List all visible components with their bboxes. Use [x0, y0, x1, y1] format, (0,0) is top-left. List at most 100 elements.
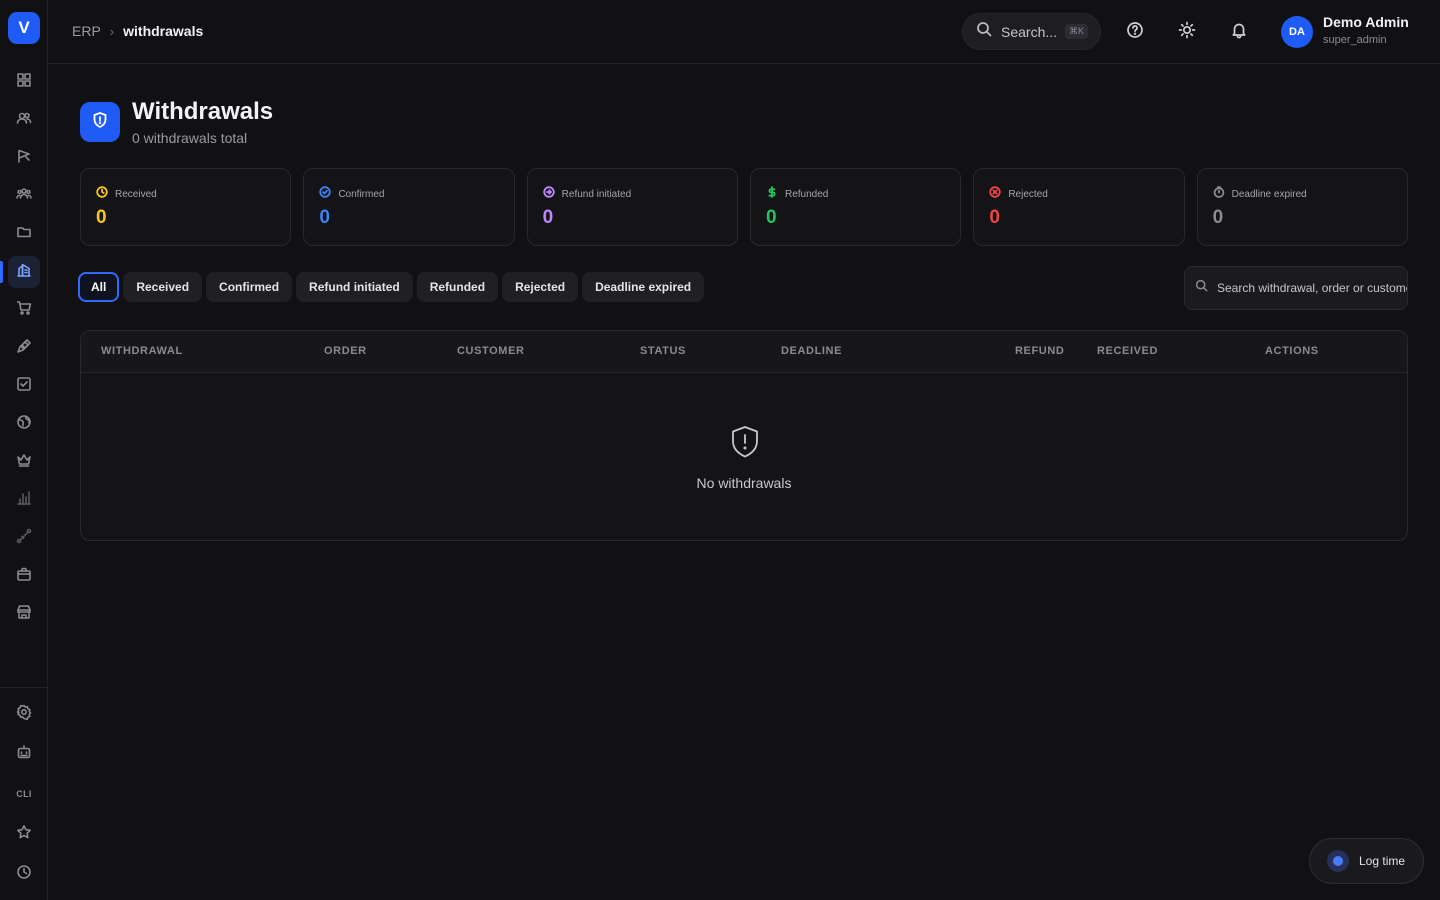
timer-icon: [1213, 185, 1225, 203]
sidebar-item-settings[interactable]: [8, 698, 40, 730]
stat-value: 0: [765, 207, 777, 228]
help-circle-icon: [1126, 21, 1144, 44]
sidebar-item-analytics[interactable]: [8, 484, 40, 516]
tab-confirmed[interactable]: Confirmed: [206, 272, 293, 302]
users-icon: [16, 110, 32, 131]
store-icon: [16, 604, 32, 625]
empty-state-shield-icon: [728, 424, 762, 460]
tab-refunded[interactable]: Refunded: [416, 272, 499, 302]
stat-label: Received: [115, 188, 157, 200]
sidebar-item-web[interactable]: [8, 408, 40, 440]
stat-value: 0: [319, 207, 330, 228]
breadcrumb-separator: ›: [109, 23, 115, 39]
sidebar-item-history[interactable]: [8, 858, 40, 890]
globe-icon: [16, 414, 32, 435]
table-header: WITHDRAWAL ORDER CUSTOMER STATUS DEADLIN…: [81, 331, 1407, 373]
sidebar-item-files[interactable]: [8, 218, 40, 250]
checkbox-icon: [16, 376, 32, 397]
gear-icon: [16, 704, 32, 725]
column-header-order[interactable]: ORDER: [324, 345, 367, 357]
stat-label: Refund initiated: [561, 188, 632, 200]
bank-icon: [16, 262, 32, 283]
help-button[interactable]: [1123, 20, 1147, 44]
user-role: super_admin: [1323, 34, 1387, 46]
sidebar-item-bot[interactable]: [8, 738, 40, 770]
top-bar: ERP › withdrawals Search... ⌘K DA Demo A…: [48, 0, 1440, 64]
search-icon: [976, 21, 992, 42]
search-icon: [1195, 279, 1208, 297]
search-shortcut-badge: ⌘K: [1065, 24, 1089, 39]
sidebar-item-erp[interactable]: [8, 256, 40, 288]
sidebar-item-tasks[interactable]: [8, 370, 40, 402]
stat-label: Rejected: [1008, 188, 1048, 200]
sidebar-item-shop[interactable]: [8, 294, 40, 326]
sidebar-item-routes[interactable]: [8, 522, 40, 554]
stat-card-deadline-expired: Deadline expired 0: [1196, 168, 1408, 246]
stat-card-confirmed: Confirmed 0: [303, 168, 515, 246]
sidebar-item-cli[interactable]: CLI: [8, 778, 40, 810]
stat-card-refunded: Refunded 0: [749, 168, 962, 246]
shield-alert-icon: [91, 111, 109, 134]
sidebar-item-campaigns[interactable]: [8, 142, 40, 174]
active-indicator: [0, 261, 3, 283]
sidebar-item-dashboard[interactable]: [8, 66, 40, 98]
empty-state-text: No withdrawals: [696, 475, 792, 491]
breadcrumb-current: withdrawals: [123, 23, 204, 39]
sidebar-item-premium[interactable]: [8, 446, 40, 478]
grid-icon: [16, 72, 32, 93]
stats-row: Received 0 Confirmed 0 Refund initiated …: [80, 168, 1408, 246]
clock-icon: [96, 185, 108, 203]
column-header-withdrawal[interactable]: WITHDRAWAL: [101, 345, 183, 357]
sidebar-item-gifts[interactable]: [8, 560, 40, 592]
column-header-status[interactable]: STATUS: [640, 345, 686, 357]
avatar[interactable]: DA: [1281, 16, 1313, 48]
withdrawal-search: [1184, 266, 1408, 310]
bot-icon: [16, 744, 32, 765]
sidebar-item-store[interactable]: [8, 598, 40, 630]
check-circle-icon: [319, 185, 332, 203]
column-header-refund[interactable]: REFUND: [1015, 345, 1064, 357]
page-icon: [80, 102, 120, 142]
folder-icon: [16, 224, 32, 245]
star-icon: [16, 824, 32, 845]
bell-icon: [1230, 21, 1248, 44]
dollar-icon: [766, 185, 778, 203]
tab-rejected[interactable]: Rejected: [502, 272, 579, 302]
column-header-deadline[interactable]: DEADLINE: [781, 345, 842, 357]
log-time-button[interactable]: Log time: [1309, 838, 1424, 884]
stat-value: 0: [96, 207, 107, 228]
pen-icon: [16, 338, 32, 359]
sidebar: V CLI: [0, 0, 48, 900]
sidebar-item-favorites[interactable]: [8, 818, 40, 850]
arrow-circle-icon: [542, 185, 555, 203]
tab-deadline-expired[interactable]: Deadline expired: [582, 272, 705, 302]
stat-card-received: Received 0: [80, 168, 292, 246]
flag-icon: [16, 148, 32, 169]
column-header-actions: ACTIONS: [1265, 345, 1319, 357]
gift-icon: [16, 566, 32, 587]
global-search-button[interactable]: Search... ⌘K: [962, 13, 1101, 50]
sidebar-item-teams[interactable]: [8, 180, 40, 212]
bar-chart-icon: [16, 490, 32, 511]
theme-toggle-button[interactable]: [1175, 20, 1199, 44]
notifications-button[interactable]: [1227, 20, 1251, 44]
app-logo[interactable]: V: [8, 12, 40, 44]
tab-all[interactable]: All: [78, 272, 120, 302]
breadcrumb-root[interactable]: ERP: [72, 23, 101, 39]
team-icon: [16, 186, 32, 207]
cli-label: CLI: [16, 789, 32, 799]
sidebar-item-users[interactable]: [8, 104, 40, 136]
global-search-label: Search...: [1001, 23, 1058, 40]
withdrawals-table: WITHDRAWAL ORDER CUSTOMER STATUS DEADLIN…: [80, 330, 1408, 541]
page-subtitle: 0 withdrawals total: [132, 130, 248, 146]
tab-received[interactable]: Received: [123, 272, 203, 302]
crown-icon: [16, 452, 32, 473]
route-icon: [16, 528, 32, 549]
tab-refund-initiated[interactable]: Refund initiated: [296, 272, 413, 302]
withdrawal-search-input[interactable]: [1217, 281, 1407, 295]
column-header-customer[interactable]: CUSTOMER: [457, 345, 525, 357]
sidebar-item-design[interactable]: [8, 332, 40, 364]
column-header-received[interactable]: RECEIVED: [1097, 345, 1158, 357]
clock-icon: [16, 864, 32, 885]
user-name[interactable]: Demo Admin: [1323, 14, 1409, 30]
